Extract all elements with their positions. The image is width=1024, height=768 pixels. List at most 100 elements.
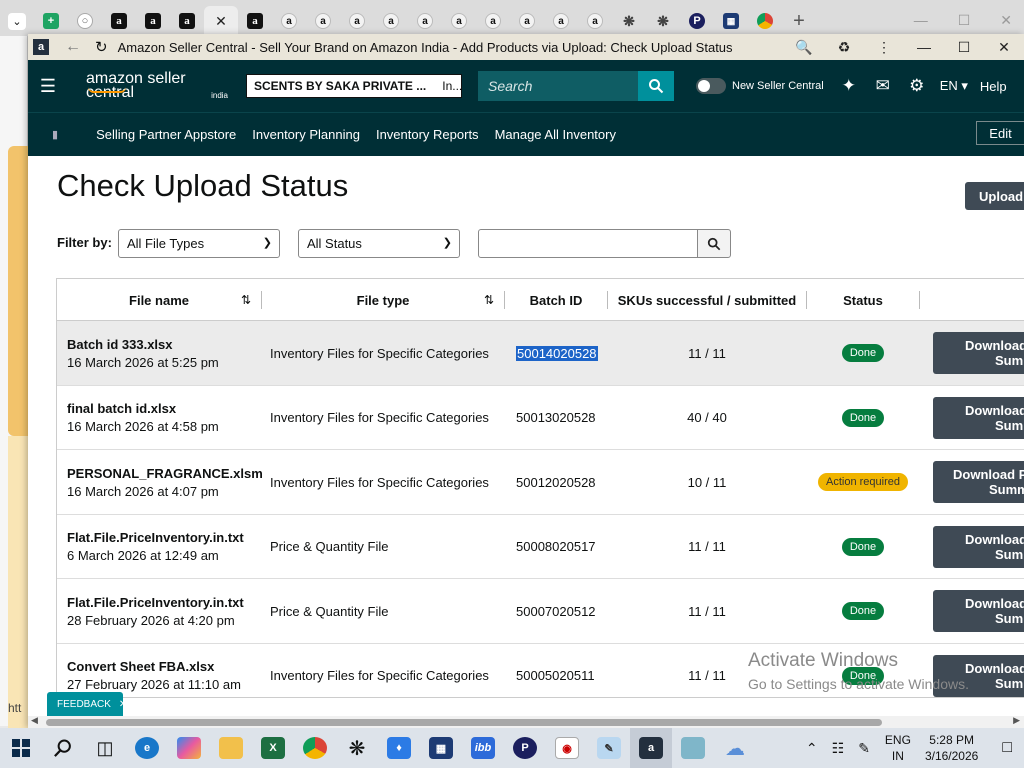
tab-amazon[interactable]: a	[442, 6, 476, 36]
table-row[interactable]: Flat.File.PriceInventory.in.txt 28 Februa…	[57, 579, 1024, 644]
tab-amazon[interactable]: a	[136, 6, 170, 36]
feedback-button[interactable]: FEEDBACK ✕	[47, 692, 127, 716]
tab-amazon[interactable]: a	[238, 6, 272, 36]
tab-amazon[interactable]: a	[408, 6, 442, 36]
table-row[interactable]: Flat.File.PriceInventory.in.txt 6 March 2…	[57, 515, 1024, 579]
filter-search-input[interactable]	[478, 229, 698, 258]
tab-web[interactable]: ○	[68, 6, 102, 36]
taskbar-amazon-active[interactable]: a	[630, 728, 672, 768]
taskbar-explorer[interactable]	[210, 728, 252, 768]
new-tab-button[interactable]: +	[782, 6, 816, 36]
taskbar-weather[interactable]: ☁	[714, 728, 756, 768]
maximize-icon[interactable]: ☐	[958, 12, 971, 29]
tab-amazon[interactable]: a	[510, 6, 544, 36]
table-row[interactable]: final batch id.xlsx 16 March 2026 at 4:58…	[57, 386, 1024, 450]
tab-amazon[interactable]: a	[374, 6, 408, 36]
nav-item-appstore[interactable]: Selling Partner Appstore	[96, 127, 236, 142]
taskbar-app2[interactable]: ◉	[546, 728, 588, 768]
hamburger-menu-icon[interactable]: ☰	[28, 76, 68, 97]
bookmark-icon[interactable]: ▮	[52, 128, 58, 141]
filter-search-button[interactable]	[697, 229, 731, 258]
minimize-icon[interactable]: —	[904, 39, 944, 55]
close-icon[interactable]: ✕	[1000, 12, 1012, 29]
network-icon[interactable]: ☷	[832, 740, 845, 757]
nav-item-manage-inventory[interactable]: Manage All Inventory	[495, 127, 616, 142]
input-language[interactable]: ENG IN	[885, 732, 911, 764]
maximize-icon[interactable]: ☐	[944, 39, 984, 56]
gear-icon[interactable]: ⚙	[908, 76, 926, 96]
taskbar-search-button[interactable]	[42, 728, 84, 768]
nav-item-inventory-planning[interactable]: Inventory Planning	[252, 127, 360, 142]
scrollbar-thumb[interactable]	[46, 719, 882, 726]
taskbar-copilot[interactable]	[168, 728, 210, 768]
sparkle-icon[interactable]: ✦	[840, 76, 858, 96]
tab-amazon[interactable]: a	[340, 6, 374, 36]
tab-amazon[interactable]: a	[544, 6, 578, 36]
tab-sheets[interactable]: +	[34, 6, 68, 36]
upload-button[interactable]: Upload	[965, 182, 1024, 210]
tab-list-button[interactable]: ⌄	[0, 6, 34, 36]
clock[interactable]: 5:28 PM 3/16/2026	[925, 732, 978, 764]
tab-amazon[interactable]: a	[170, 6, 204, 36]
search-input[interactable]: Search	[478, 71, 638, 101]
taskbar-notes[interactable]	[672, 728, 714, 768]
tab-amazon[interactable]: a	[272, 6, 306, 36]
tab-p[interactable]: P	[680, 6, 714, 36]
sort-icon[interactable]: ⇅	[241, 293, 251, 307]
help-link[interactable]: Help	[980, 79, 1007, 94]
tab-chatgpt[interactable]: ❋	[612, 6, 646, 36]
tab-qr[interactable]: ▦	[714, 6, 748, 36]
reload-icon[interactable]: ↻	[95, 38, 108, 56]
download-summary-button[interactable]: Download Sum	[933, 396, 1024, 439]
taskbar-edge[interactable]: e	[126, 728, 168, 768]
download-summary-button[interactable]: Download Sum	[933, 590, 1024, 632]
file-type-select[interactable]: All File Types ❯	[118, 229, 280, 258]
chevron-up-icon[interactable]: ⌃	[806, 740, 818, 757]
taskbar-qr[interactable]: ▦	[420, 728, 462, 768]
pen-icon[interactable]: ✎	[858, 740, 870, 757]
scroll-right-icon[interactable]: ▶	[1013, 715, 1020, 726]
tab-close-button[interactable]: ✕	[204, 6, 238, 36]
tab-amazon[interactable]: a	[578, 6, 612, 36]
taskbar-p[interactable]: P	[504, 728, 546, 768]
download-summary-button[interactable]: Download Sum	[933, 332, 1024, 374]
close-icon[interactable]: ✕	[984, 39, 1024, 56]
taskbar-chatgpt[interactable]: ❋	[336, 728, 378, 768]
taskbar-chrome[interactable]	[294, 728, 336, 768]
tab-chatgpt[interactable]: ❋	[646, 6, 680, 36]
tab-chrome[interactable]	[748, 6, 782, 36]
start-button[interactable]	[0, 728, 42, 768]
taskbar-ibb[interactable]: ibb	[462, 728, 504, 768]
extensions-icon[interactable]: ♻	[824, 39, 864, 56]
col-file-name[interactable]: File name ⇅	[57, 279, 261, 321]
horizontal-scrollbar[interactable]: ◀ ▶	[28, 715, 1024, 728]
nav-item-inventory-reports[interactable]: Inventory Reports	[376, 127, 479, 142]
notification-icon[interactable]: □	[1002, 739, 1012, 757]
zoom-icon[interactable]: 🔍	[784, 39, 824, 56]
search-button[interactable]	[638, 71, 674, 101]
taskbar-paint[interactable]: ✎	[588, 728, 630, 768]
edit-nav-button[interactable]: Edit	[976, 121, 1024, 145]
task-view-button[interactable]: ◫	[84, 728, 126, 768]
status-select[interactable]: All Status ❯	[298, 229, 460, 258]
tab-amazon[interactable]: a	[306, 6, 340, 36]
table-row[interactable]: PERSONAL_FRAGRANCE.xlsm 16 March 2026 at …	[57, 450, 1024, 515]
col-file-type[interactable]: File type ⇅	[262, 279, 504, 321]
language-selector[interactable]: EN ▾	[940, 78, 968, 94]
seller-central-logo[interactable]: amazon seller central india	[86, 71, 238, 101]
close-icon[interactable]: ✕	[119, 699, 127, 710]
table-row[interactable]: Batch id 333.xlsx 16 March 2026 at 5:25 p…	[57, 321, 1024, 386]
sort-icon[interactable]: ⇅	[484, 293, 494, 307]
tab-amazon[interactable]: a	[476, 6, 510, 36]
taskbar-excel[interactable]: X	[252, 728, 294, 768]
taskbar-app[interactable]: ♦	[378, 728, 420, 768]
more-menu-icon[interactable]: ⋮	[864, 39, 904, 56]
new-seller-central-toggle[interactable]	[696, 78, 726, 94]
minimize-icon[interactable]: —	[914, 12, 928, 29]
download-processing-summary-button[interactable]: Download PSumm	[933, 461, 1024, 503]
back-arrow-icon[interactable]: ←	[65, 38, 81, 56]
tab-amazon[interactable]: a	[102, 6, 136, 36]
download-summary-button[interactable]: Download Sum	[933, 525, 1024, 568]
scroll-left-icon[interactable]: ◀	[31, 715, 38, 726]
mail-icon[interactable]: ✉	[874, 76, 892, 96]
